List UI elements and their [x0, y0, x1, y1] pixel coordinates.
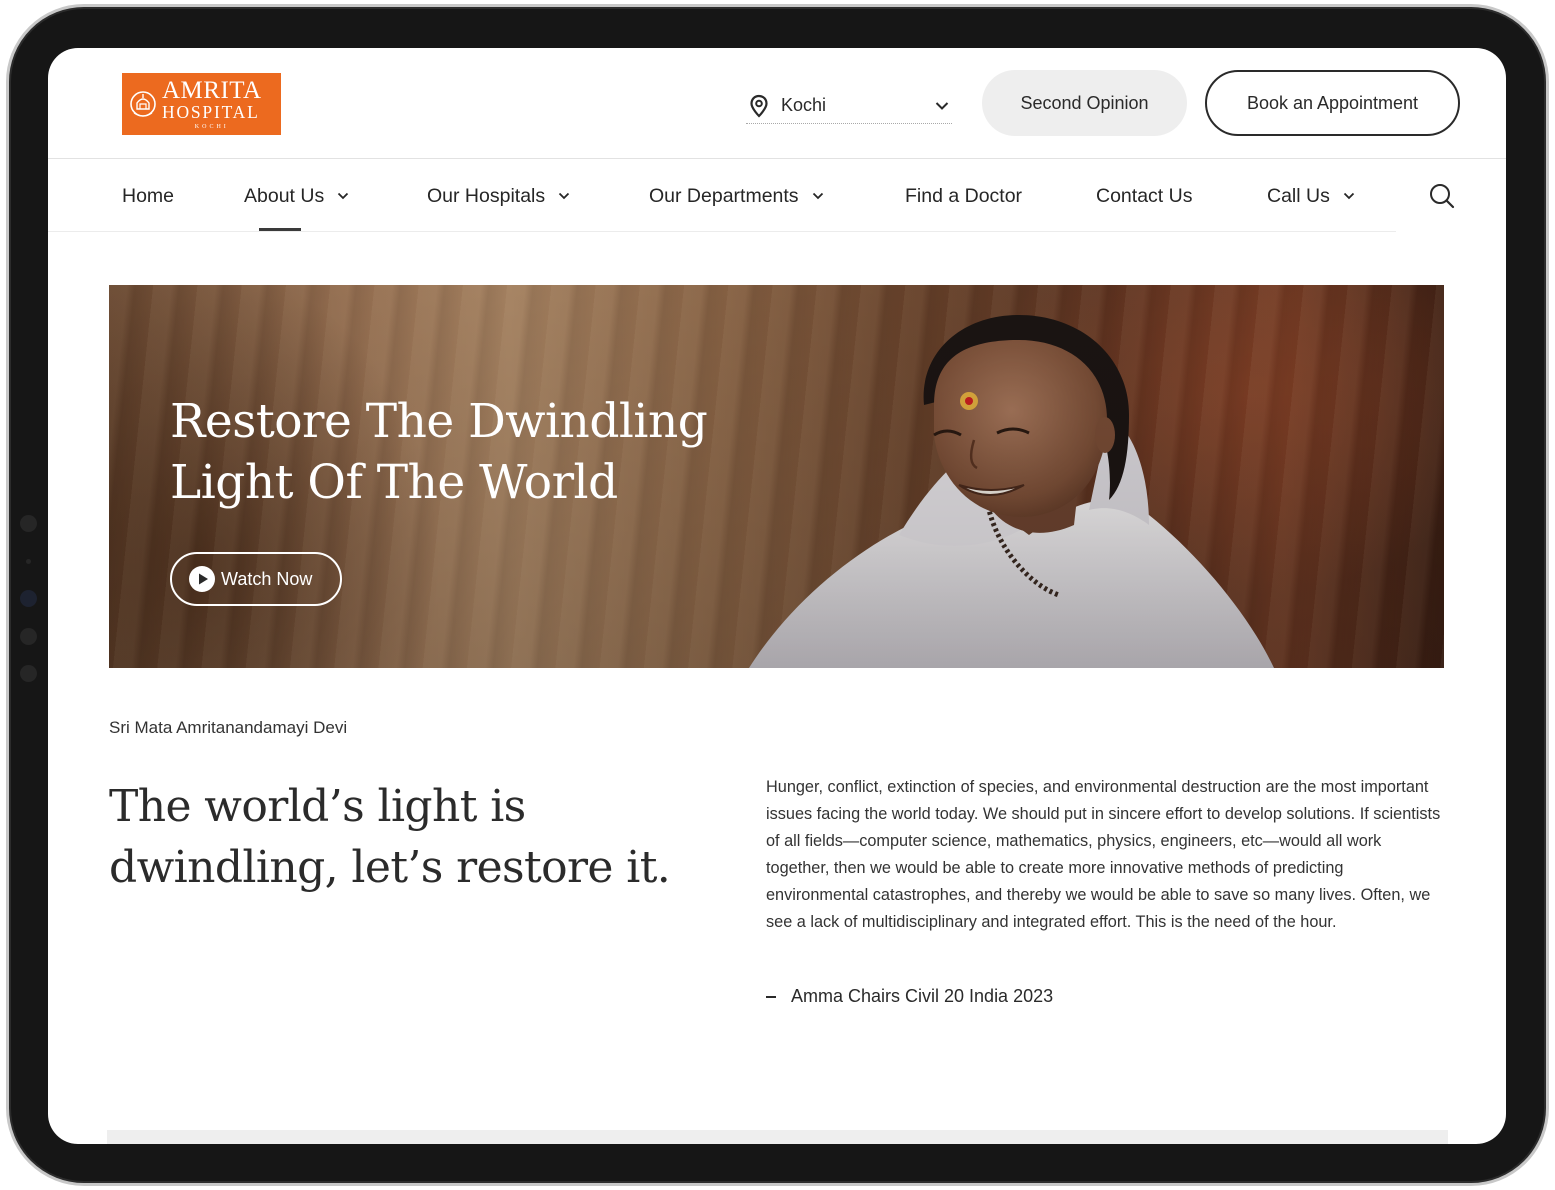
nav-item-label: About Us	[244, 184, 325, 207]
side-button-dot	[20, 515, 37, 532]
chevron-down-icon	[935, 101, 949, 110]
chevron-down-icon	[338, 192, 349, 200]
header-divider	[48, 158, 1506, 159]
logo-name-line2: HOSPITAL	[162, 102, 260, 123]
search-icon[interactable]	[1428, 182, 1456, 210]
watch-now-label: Watch Now	[221, 568, 313, 589]
nav-item-about-us[interactable]: About Us	[244, 178, 350, 214]
amrita-hospital-logo[interactable]: AMRITA HOSPITAL KOCHI	[122, 73, 281, 135]
chevron-down-icon	[1343, 192, 1354, 200]
dash-mark	[766, 995, 776, 998]
location-selector[interactable]: Kochi	[746, 88, 952, 124]
quote-body: Hunger, conflict, extinction of species,…	[766, 778, 1441, 931]
quote-heading-line2: dwindling, let’s restore it.	[109, 842, 671, 893]
location-pin-icon	[750, 94, 768, 118]
next-section-edge	[107, 1130, 1448, 1144]
quote-source-label: Amma Chairs Civil 20 India 2023	[791, 986, 1054, 1006]
nav-item-label: Call Us	[1267, 184, 1330, 207]
nav-item-label: Our Hospitals	[427, 184, 546, 207]
watch-now-button[interactable]: Watch Now	[170, 552, 342, 606]
quote-heading-line1: The world’s light is	[109, 781, 526, 832]
temple-emblem-icon	[130, 91, 156, 117]
logo-name-line1: AMRITA	[162, 77, 262, 105]
nav-item-find-a-doctor[interactable]: Find a Doctor	[905, 178, 1022, 214]
quote-attribution: Sri Mata Amritanandamayi Devi	[109, 718, 348, 737]
logo-city: KOCHI	[194, 123, 229, 130]
nav-divider	[48, 231, 1396, 232]
chevron-down-icon	[812, 192, 823, 200]
side-button-dot	[20, 628, 37, 645]
nav-item-label: Our Departments	[649, 184, 799, 207]
hero-title-line1: Restore The Dwindling	[170, 394, 708, 449]
side-sensor-dot	[26, 559, 31, 564]
second-opinion-button[interactable]: Second Opinion	[982, 70, 1187, 136]
nav-item-label: Home	[122, 184, 175, 207]
browser-screen: AMRITA HOSPITAL KOCHI Kochi Second Opini…	[48, 48, 1506, 1144]
location-value: Kochi	[781, 95, 827, 115]
hero-title: Restore The Dwindling Light Of The World	[170, 391, 790, 513]
hero-banner: Restore The Dwindling Light Of The World…	[109, 285, 1444, 668]
nav-item-our-hospitals[interactable]: Our Hospitals	[427, 178, 571, 214]
chevron-down-icon	[558, 192, 570, 200]
camera-dot	[20, 590, 37, 607]
play-circle-icon	[189, 566, 215, 592]
side-button-dot	[20, 665, 37, 682]
nav-item-home[interactable]: Home	[122, 178, 174, 214]
nav-item-our-departments[interactable]: Our Departments	[649, 178, 825, 214]
nav-item-label: Find a Doctor	[905, 184, 1023, 207]
hero-title-line2: Light Of The World	[170, 455, 618, 510]
nav-item-call-us[interactable]: Call Us	[1267, 178, 1356, 214]
nav-item-contact-us[interactable]: Contact Us	[1096, 178, 1192, 214]
quote-source: Amma Chairs Civil 20 India 2023	[766, 986, 1053, 1007]
book-appointment-button[interactable]: Book an Appointment	[1205, 70, 1460, 136]
nav-item-label: Contact Us	[1096, 184, 1193, 207]
quote-heading: The world’s light is dwindling, let’s re…	[109, 776, 709, 898]
